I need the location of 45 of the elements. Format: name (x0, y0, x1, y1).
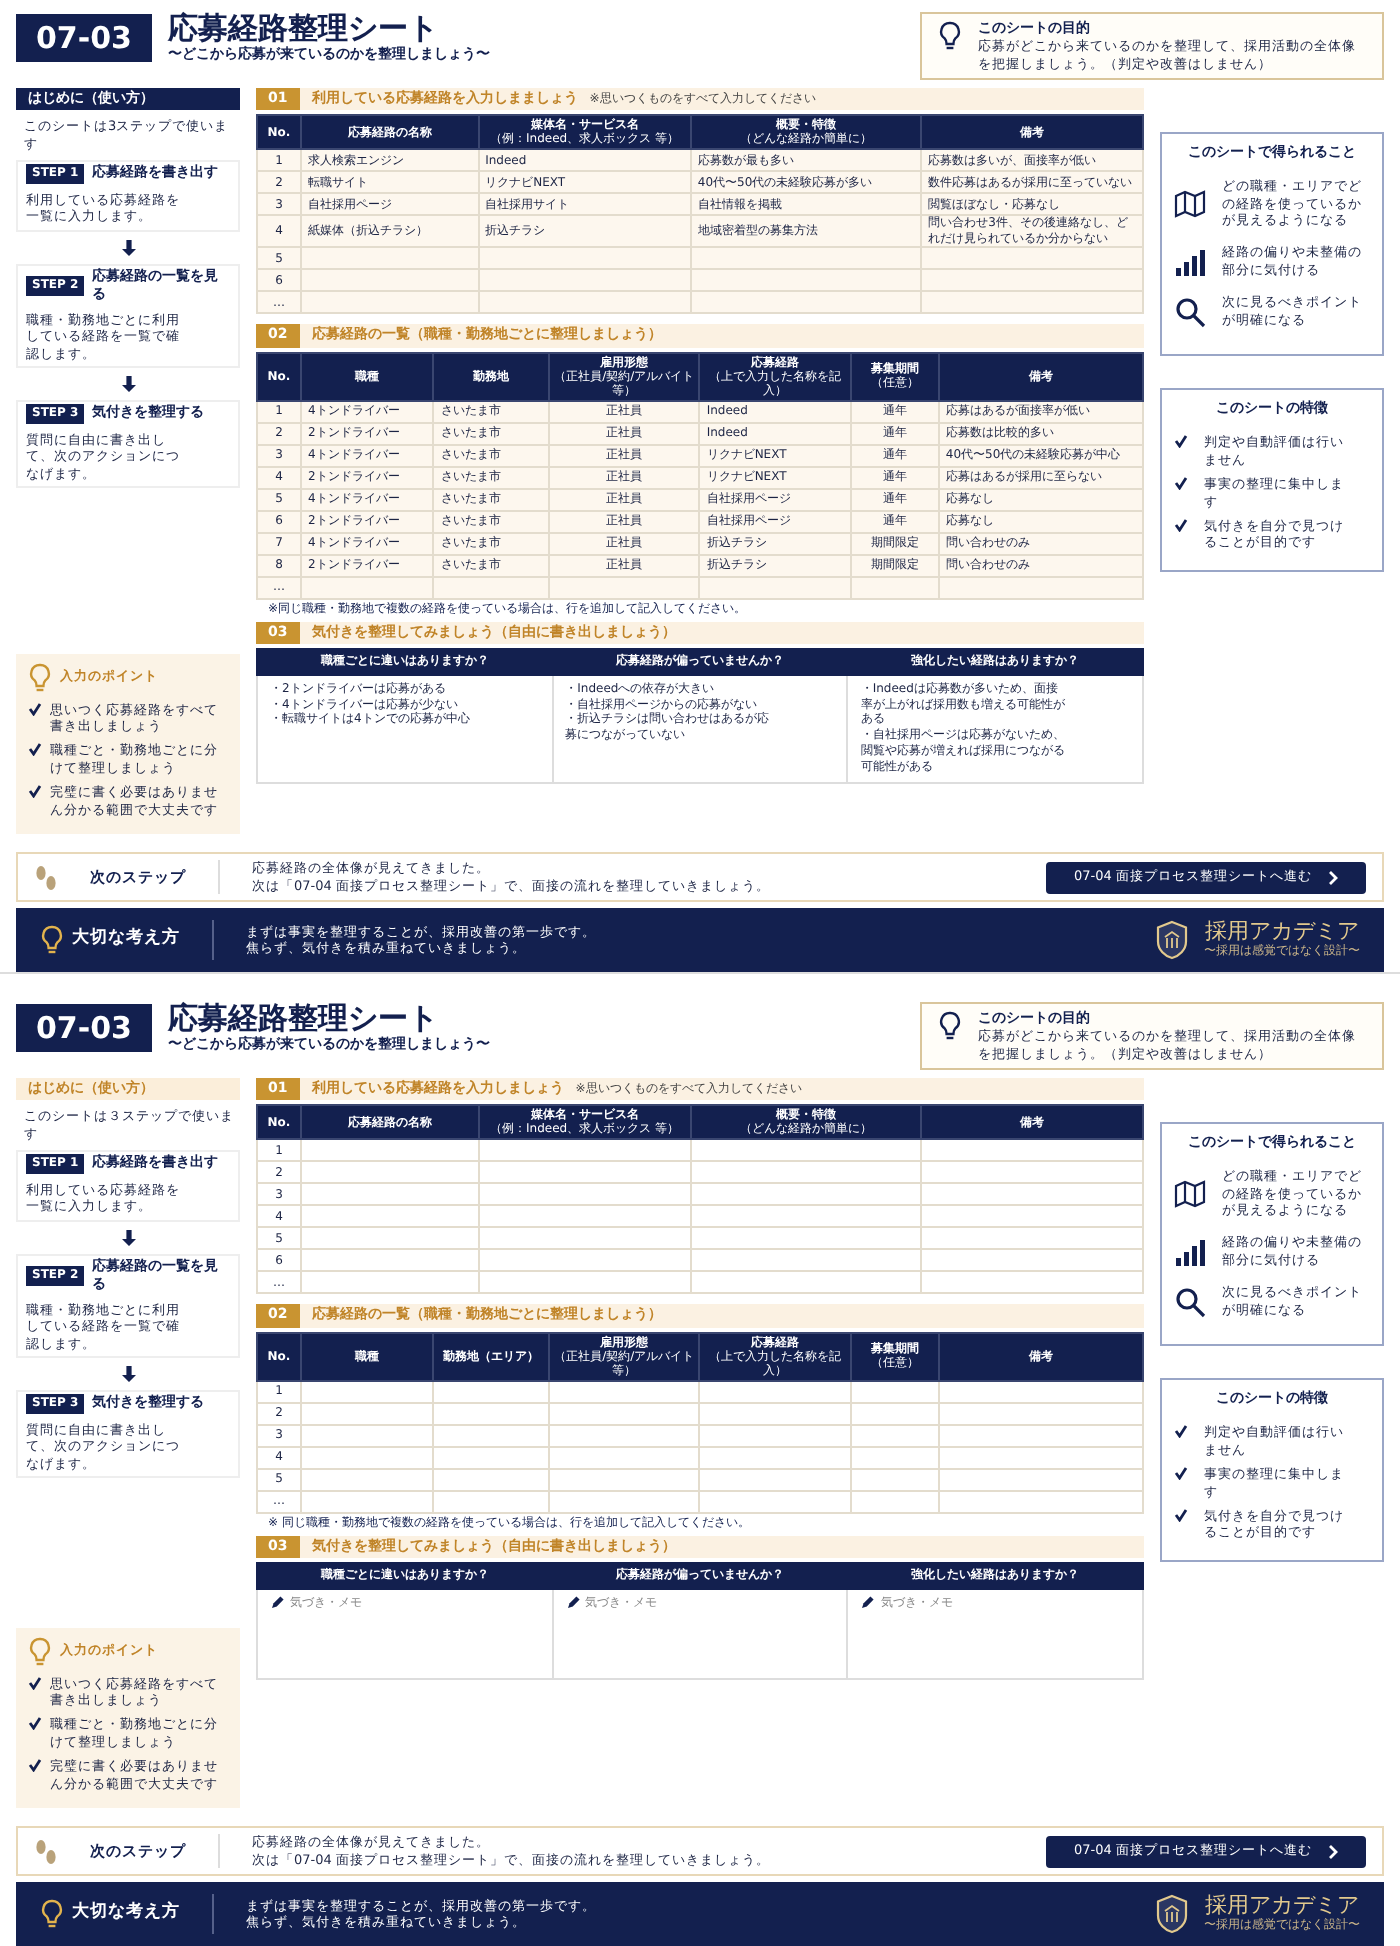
check-icon (1174, 1507, 1188, 1522)
down-arrow-icon (121, 239, 135, 256)
down-arrow-icon (121, 1229, 135, 1246)
footer-label: 大切な考え方 (72, 1902, 180, 1926)
sheet-number: 07-03 (16, 1003, 152, 1053)
sheet-title: 応募経路整理シート (167, 1002, 440, 1036)
footer-label: 大切な考え方 (72, 928, 180, 952)
check-icon (28, 1716, 42, 1731)
search-icon (1174, 1285, 1206, 1318)
lightbulb-icon (40, 924, 64, 956)
pencil-icon (565, 1595, 580, 1610)
brand-name: 採用アカデミア (1204, 1894, 1360, 1919)
shield-logo-icon (1156, 920, 1188, 960)
check-icon (28, 784, 42, 799)
brand-name: 採用アカデミア (1204, 920, 1360, 945)
chevron-right-icon (1328, 1843, 1338, 1860)
lightbulb-icon (28, 1635, 52, 1667)
check-icon (1174, 434, 1188, 449)
map-icon (1174, 187, 1206, 220)
check-icon (28, 1675, 42, 1689)
check-icon (1174, 1424, 1188, 1439)
check-icon (1174, 1466, 1188, 1481)
footprints-icon (34, 1837, 58, 1866)
shield-logo-icon (1156, 1894, 1188, 1934)
search-icon (1174, 295, 1206, 328)
check-icon (1174, 476, 1188, 491)
footprints-icon (34, 863, 58, 892)
bar-chart-icon (1174, 1237, 1206, 1266)
pencil-icon (270, 1595, 284, 1610)
check-icon (1174, 517, 1188, 532)
sheet-title: 応募経路整理シート (167, 12, 440, 46)
down-arrow-icon (121, 1366, 135, 1383)
lightbulb-icon (28, 661, 52, 693)
map-icon (1174, 1177, 1206, 1210)
lightbulb-icon (40, 1898, 64, 1930)
check-icon (28, 1758, 42, 1773)
sheet-number: 07-03 (16, 13, 152, 63)
bar-chart-icon (1174, 247, 1206, 276)
lightbulb-icon (938, 1010, 962, 1042)
check-icon (28, 701, 42, 715)
pencil-icon (860, 1595, 875, 1610)
check-icon (28, 742, 42, 757)
lightbulb-icon (938, 20, 962, 52)
down-arrow-icon (121, 376, 135, 393)
chevron-right-icon (1328, 869, 1338, 886)
